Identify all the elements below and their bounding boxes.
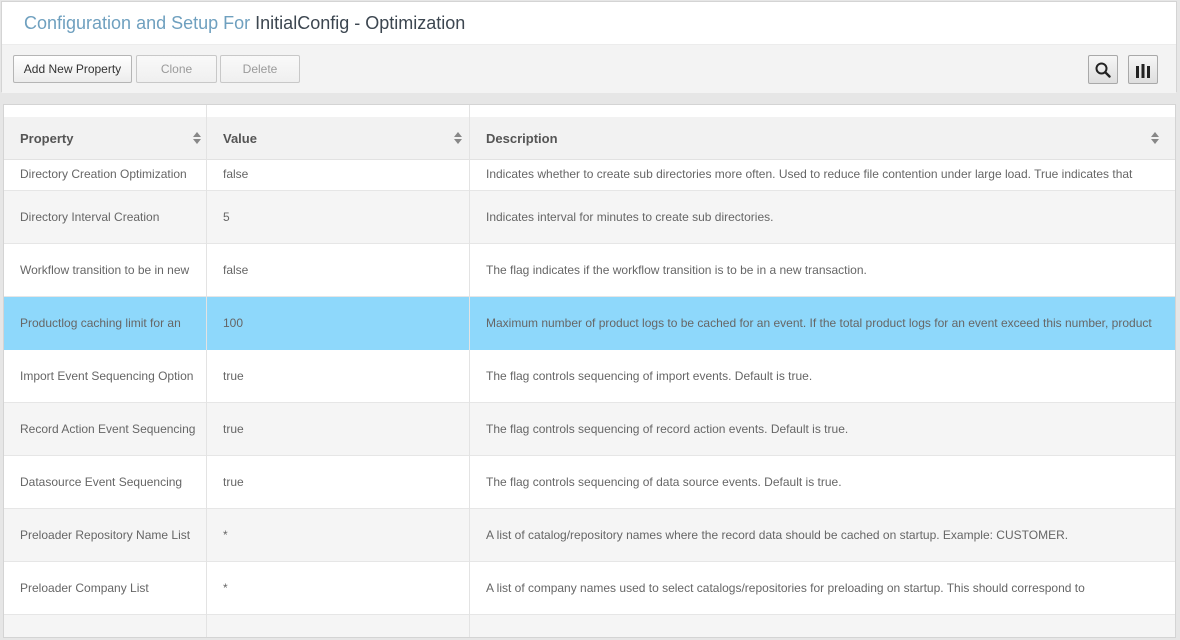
- sort-icon[interactable]: [193, 130, 201, 146]
- add-new-property-button[interactable]: Add New Property: [13, 55, 132, 83]
- sort-icon[interactable]: [454, 130, 462, 146]
- cell-value: true: [223, 475, 244, 489]
- cell-property: Directory Creation Optimization: [20, 167, 187, 181]
- cell-property: Directory Interval Creation: [20, 210, 160, 224]
- cell-value: 100: [223, 316, 244, 330]
- page-title: Configuration and Setup For InitialConfi…: [24, 13, 465, 34]
- cell-property: Workflow transition to be in new: [20, 263, 190, 277]
- cell-property: Productlog caching limit for an: [20, 316, 181, 330]
- page-title-prefix: Configuration and Setup For: [24, 13, 251, 33]
- property-grid: Property Value Description Directory Cre…: [3, 104, 1176, 638]
- table-row[interactable]: Import Event Sequencing Option true The …: [4, 350, 1175, 403]
- column-divider: [469, 105, 470, 637]
- toolbar: Add New Property Clone Delete: [2, 44, 1176, 93]
- cell-property: Import Event Sequencing Option: [20, 369, 194, 383]
- search-icon: [1095, 62, 1111, 78]
- search-button[interactable]: [1088, 55, 1118, 84]
- table-row[interactable]: Preloader Company List * A list of compa…: [4, 562, 1175, 615]
- table-row[interactable]: [4, 615, 1175, 637]
- cell-value: *: [223, 581, 228, 595]
- column-divider: [206, 105, 207, 637]
- cell-value: false: [223, 263, 249, 277]
- cell-value: 5: [223, 210, 230, 224]
- table-row[interactable]: Directory Creation Optimization false In…: [4, 159, 1175, 191]
- cell-description: Indicates interval for minutes to create…: [486, 210, 774, 224]
- table-row[interactable]: Record Action Event Sequencing true The …: [4, 403, 1175, 456]
- cell-description: A list of catalog/repository names where…: [486, 528, 1069, 542]
- table-row[interactable]: Preloader Repository Name List * A list …: [4, 509, 1175, 562]
- column-header-property[interactable]: Property: [20, 117, 200, 159]
- column-header-description[interactable]: Description: [486, 117, 1146, 159]
- cell-value: false: [223, 167, 249, 181]
- cell-property: Preloader Repository Name List: [20, 528, 191, 542]
- cell-value: true: [223, 369, 244, 383]
- page-title-config: InitialConfig - Optimization: [255, 13, 466, 33]
- table-row[interactable]: Datasource Event Sequencing true The fla…: [4, 456, 1175, 509]
- table-row-selected[interactable]: Productlog caching limit for an 100 Maxi…: [4, 297, 1175, 350]
- cell-property: Datasource Event Sequencing: [20, 475, 183, 489]
- cell-description: Maximum number of product logs to be cac…: [486, 316, 1152, 330]
- columns-button[interactable]: [1128, 55, 1158, 84]
- columns-icon: [1136, 61, 1150, 78]
- clone-button[interactable]: Clone: [136, 55, 217, 83]
- sort-icon[interactable]: [1151, 130, 1159, 146]
- grid-header: Property Value Description: [4, 117, 1175, 160]
- header-panel: Configuration and Setup For InitialConfi…: [1, 1, 1177, 93]
- cell-property: Preloader Company List: [20, 581, 149, 595]
- column-header-value[interactable]: Value: [223, 117, 453, 159]
- title-bar: Configuration and Setup For InitialConfi…: [2, 2, 1176, 44]
- cell-description: A list of company names used to select c…: [486, 581, 1085, 595]
- cell-description: The flag controls sequencing of import e…: [486, 369, 813, 383]
- cell-property: Record Action Event Sequencing: [20, 422, 196, 436]
- table-row[interactable]: Workflow transition to be in new false T…: [4, 244, 1175, 297]
- delete-button[interactable]: Delete: [220, 55, 300, 83]
- cell-description: Indicates whether to create sub director…: [486, 167, 1133, 181]
- cell-value: true: [223, 422, 244, 436]
- cell-description: The flag indicates if the workflow trans…: [486, 263, 867, 277]
- table-row[interactable]: Directory Interval Creation 5 Indicates …: [4, 191, 1175, 244]
- cell-description: The flag controls sequencing of data sou…: [486, 475, 842, 489]
- cell-description: The flag controls sequencing of record a…: [486, 422, 849, 436]
- cell-value: *: [223, 528, 228, 542]
